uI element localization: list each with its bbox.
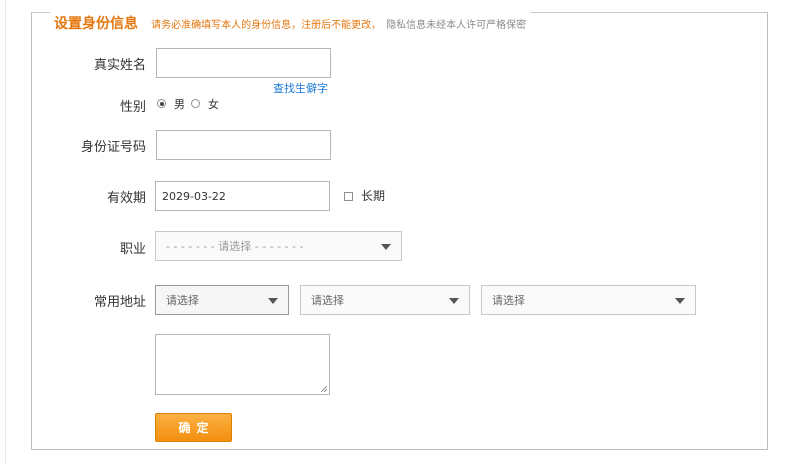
validity-label: 有效期 (106, 191, 146, 206)
validity-date-input[interactable] (155, 181, 330, 211)
address-province-text: 请选择 (166, 294, 199, 307)
chevron-down-icon (268, 298, 278, 304)
resize-grip-icon[interactable] (321, 386, 327, 392)
occupation-select-text: - - - - - - - 请选择 - - - - - - - (166, 240, 304, 253)
section-hint-warning: 请务必准确填写本人的身份信息，注册后不能更改， (151, 20, 382, 31)
address-label: 常用地址 (93, 295, 146, 310)
occupation-label: 职业 (119, 242, 146, 257)
address-city-text: 请选择 (311, 294, 344, 307)
id-number-label: 身份证号码 (80, 140, 146, 155)
chevron-down-icon (675, 298, 685, 304)
address-detail-textarea[interactable] (155, 334, 330, 395)
section-hint-privacy: 隐私信息未经本人许可严格保密 (386, 20, 527, 31)
gender-label: 性别 (119, 100, 146, 115)
address-province-select[interactable]: 请选择 (155, 285, 289, 315)
gender-male-label[interactable]: 男 (174, 96, 185, 112)
page-left-edge (0, 0, 6, 463)
chevron-down-icon (381, 244, 391, 250)
address-district-text: 请选择 (492, 294, 525, 307)
long-term-checkbox[interactable] (344, 192, 353, 201)
address-district-select[interactable]: 请选择 (481, 285, 696, 315)
address-city-select[interactable]: 请选择 (300, 285, 470, 315)
section-header: 设置身份信息 请务必准确填写本人的身份信息，注册后不能更改， 隐私信息未经本人许… (50, 12, 531, 34)
long-term-label[interactable]: 长期 (361, 187, 385, 204)
real-name-input[interactable] (156, 48, 331, 78)
real-name-label: 真实姓名 (93, 58, 146, 73)
section-title: 设置身份信息 (54, 16, 138, 32)
gender-female-radio[interactable] (191, 99, 200, 108)
rare-character-link[interactable]: 查找生僻字 (273, 80, 328, 96)
gender-male-radio[interactable] (157, 99, 166, 108)
gender-female-label[interactable]: 女 (208, 96, 219, 112)
occupation-select[interactable]: - - - - - - - 请选择 - - - - - - - (155, 231, 402, 261)
chevron-down-icon (449, 298, 459, 304)
confirm-button[interactable]: 确定 (155, 413, 232, 442)
id-number-input[interactable] (156, 130, 331, 160)
